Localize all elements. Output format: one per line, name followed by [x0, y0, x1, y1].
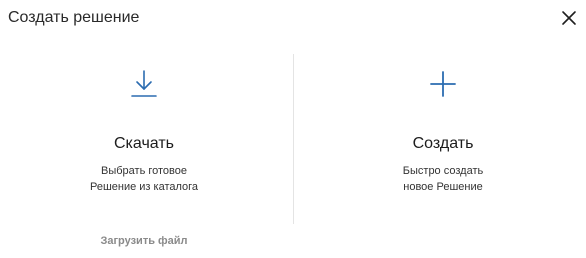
- create-option[interactable]: Создать Быстро создать новое Решение: [318, 68, 568, 195]
- download-option[interactable]: Скачать Выбрать готовое Решение из катал…: [19, 68, 269, 195]
- download-heading: Скачать: [114, 135, 174, 152]
- options-divider: [293, 54, 294, 224]
- create-desc-line1: Быстро создать: [402, 165, 484, 177]
- plus-icon: [427, 68, 459, 100]
- create-solution-dialog: Создать решение Скачать Выбрать готовое …: [0, 0, 586, 258]
- create-heading: Создать: [412, 135, 474, 152]
- dialog-title: Создать решение: [8, 9, 140, 26]
- download-icon: [128, 68, 160, 100]
- close-icon[interactable]: [560, 9, 578, 27]
- create-description: Быстро создать новое Решение: [318, 163, 568, 195]
- upload-file-link[interactable]: Загрузить файл: [19, 234, 269, 248]
- download-desc-line2: Решение из каталога: [89, 181, 199, 193]
- create-desc-line2: новое Решение: [403, 181, 483, 193]
- download-description: Выбрать готовое Решение из каталога: [19, 163, 269, 195]
- download-desc-line1: Выбрать готовое: [101, 165, 187, 177]
